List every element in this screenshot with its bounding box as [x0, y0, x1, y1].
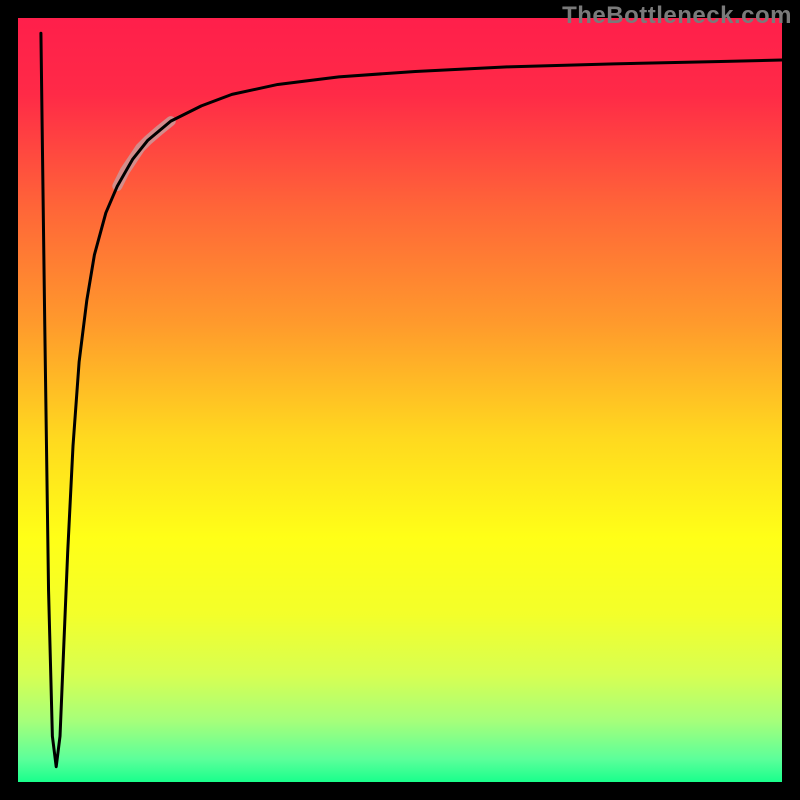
chart-container: TheBottleneck.com: [0, 0, 800, 800]
bottleneck-chart: [0, 0, 800, 800]
gradient-background: [18, 18, 782, 782]
watermark-text: TheBottleneck.com: [562, 2, 792, 30]
plot-area: [9, 9, 791, 791]
